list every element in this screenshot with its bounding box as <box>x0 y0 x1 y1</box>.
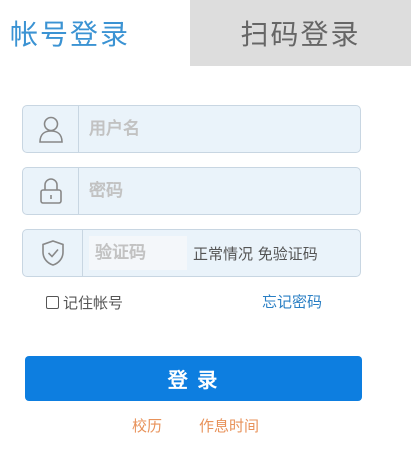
tab-qrcode-login-label: 扫码登录 <box>240 18 361 51</box>
captcha-input[interactable] <box>89 236 187 270</box>
tab-account-login-label: 帐号登录 <box>10 18 131 51</box>
username-input[interactable] <box>79 106 360 152</box>
captcha-input-wrap <box>89 236 187 270</box>
login-button-label: 登 录 <box>167 370 220 392</box>
login-tabs: 帐号登录 扫码登录 <box>0 0 411 66</box>
captcha-field: 正常情况 免验证码 <box>22 229 361 277</box>
tab-account-login[interactable]: 帐号登录 <box>0 0 190 66</box>
login-panel: 帐号登录 扫码登录 用户名 验证码 正常情况 免验证码 记住帐号 忘记密码 登 … <box>0 0 411 455</box>
user-icon <box>23 106 79 152</box>
password-field <box>22 167 361 215</box>
login-button[interactable]: 登 录 <box>25 356 362 401</box>
footer-link-schedule[interactable]: 作息时间 <box>199 415 259 436</box>
remember-row: 记住帐号 <box>46 292 123 313</box>
lock-icon <box>23 168 79 214</box>
username-field <box>22 105 361 153</box>
captcha-hint: 正常情况 免验证码 <box>193 244 318 263</box>
forgot-password-link[interactable]: 忘记密码 <box>262 291 322 312</box>
shield-check-icon <box>23 230 83 276</box>
footer-link-calendar[interactable]: 校历 <box>132 415 162 436</box>
remember-checkbox[interactable] <box>46 296 59 309</box>
password-input[interactable] <box>79 168 360 214</box>
tab-qrcode-login[interactable]: 扫码登录 <box>190 0 411 66</box>
remember-label: 记住帐号 <box>63 294 124 312</box>
